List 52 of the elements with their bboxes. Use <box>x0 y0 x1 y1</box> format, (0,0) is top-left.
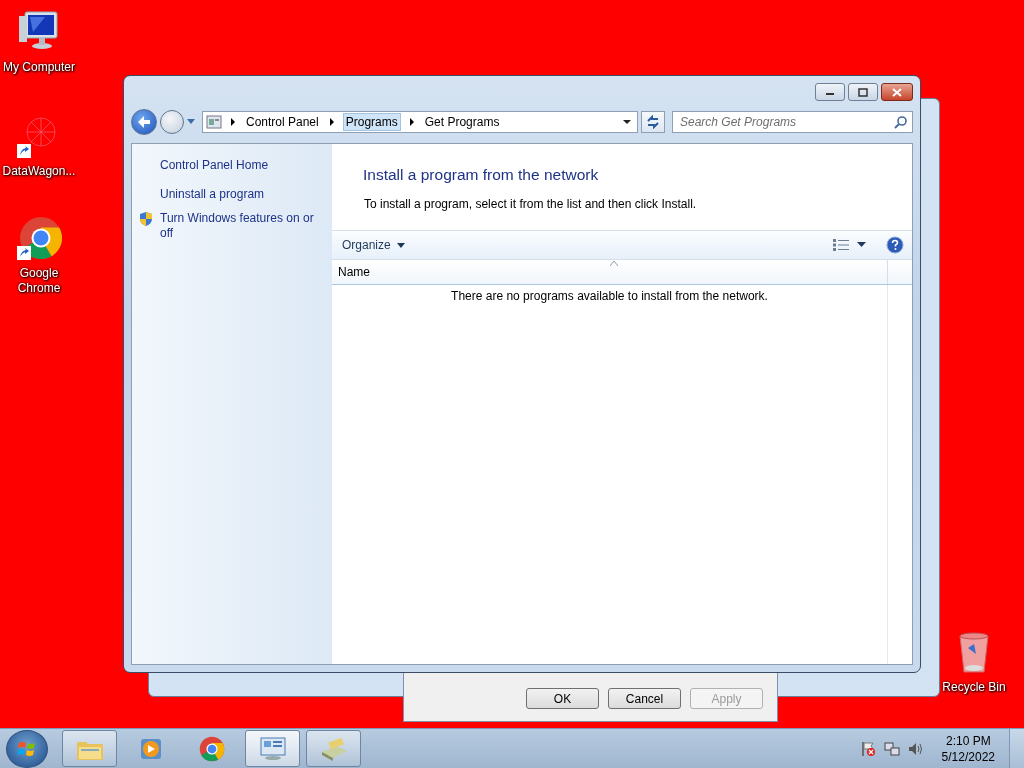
sidebar-link[interactable]: Control Panel Home <box>160 158 325 173</box>
page-heading: Install a program from the network <box>363 166 600 184</box>
shield-icon <box>138 211 154 227</box>
clock-date: 5/12/2022 <box>941 748 995 765</box>
breadcrumb-item[interactable]: Programs <box>342 112 401 131</box>
close-button[interactable] <box>881 83 913 101</box>
maximize-button[interactable] <box>848 83 878 101</box>
breadcrumb-item[interactable]: Get Programs <box>422 112 502 131</box>
desktop-icon-label[interactable]: DataWagon... <box>2 164 76 179</box>
caret-icon <box>396 242 405 248</box>
back-button[interactable] <box>131 108 157 135</box>
sidebar-link[interactable]: Turn Windows features on or off <box>160 211 325 241</box>
desktop-icon-label[interactable]: Google Chrome <box>1 266 77 296</box>
taskbar-button[interactable] <box>245 730 300 767</box>
dialog-button[interactable]: OK <box>526 688 599 709</box>
control-panel-icon <box>206 113 222 130</box>
chrome-icon[interactable] <box>15 214 63 262</box>
action-center-flag-icon[interactable] <box>859 740 876 757</box>
chrome-icon <box>197 734 226 763</box>
monitor-icon <box>257 735 288 762</box>
instruction-text: To install a program, select it from the list and then click Install. <box>364 197 698 211</box>
taskbar-button[interactable] <box>306 730 361 767</box>
back-arrow-icon <box>136 114 152 129</box>
clock-time: 2:10 PM <box>945 732 991 749</box>
dropdown-icon[interactable] <box>857 242 866 248</box>
desktop-icon-label[interactable]: My Computer <box>3 60 75 75</box>
column-title: Name <box>338 265 370 279</box>
refresh-button[interactable] <box>641 110 665 133</box>
clock[interactable]: 2:10 PM 5/12/2022 <box>941 732 995 765</box>
chevron-icon[interactable] <box>228 116 238 127</box>
refresh-icon <box>646 114 660 129</box>
desktop-icon-label[interactable]: Recycle Bin <box>942 680 1006 695</box>
start-button[interactable] <box>6 729 48 768</box>
dialog-button[interactable]: Cancel <box>608 688 681 709</box>
empty-message: There are no programs available to install from the network. <box>451 289 768 305</box>
maximize-icon <box>858 87 868 97</box>
network-icon[interactable] <box>883 740 900 757</box>
search-field[interactable]: Search Get Programs <box>672 110 913 133</box>
help-icon[interactable] <box>886 236 904 254</box>
close-icon <box>892 87 902 97</box>
address-bar[interactable]: Control Panel Programs Get Programs <box>202 110 638 133</box>
taskbar-button[interactable] <box>62 730 117 767</box>
organize-button[interactable]: Organize <box>338 236 409 254</box>
search-icon[interactable] <box>894 115 907 129</box>
history-dropdown-icon[interactable] <box>187 118 195 125</box>
forward-button[interactable] <box>160 109 184 134</box>
sort-caret-icon <box>609 261 618 266</box>
column-header[interactable]: Name <box>332 260 888 284</box>
sidebar-link[interactable]: Uninstall a program <box>160 187 325 202</box>
breadcrumb-item[interactable]: Control Panel <box>244 112 321 131</box>
view-icon[interactable] <box>833 239 849 251</box>
minimize-button[interactable] <box>815 83 845 101</box>
